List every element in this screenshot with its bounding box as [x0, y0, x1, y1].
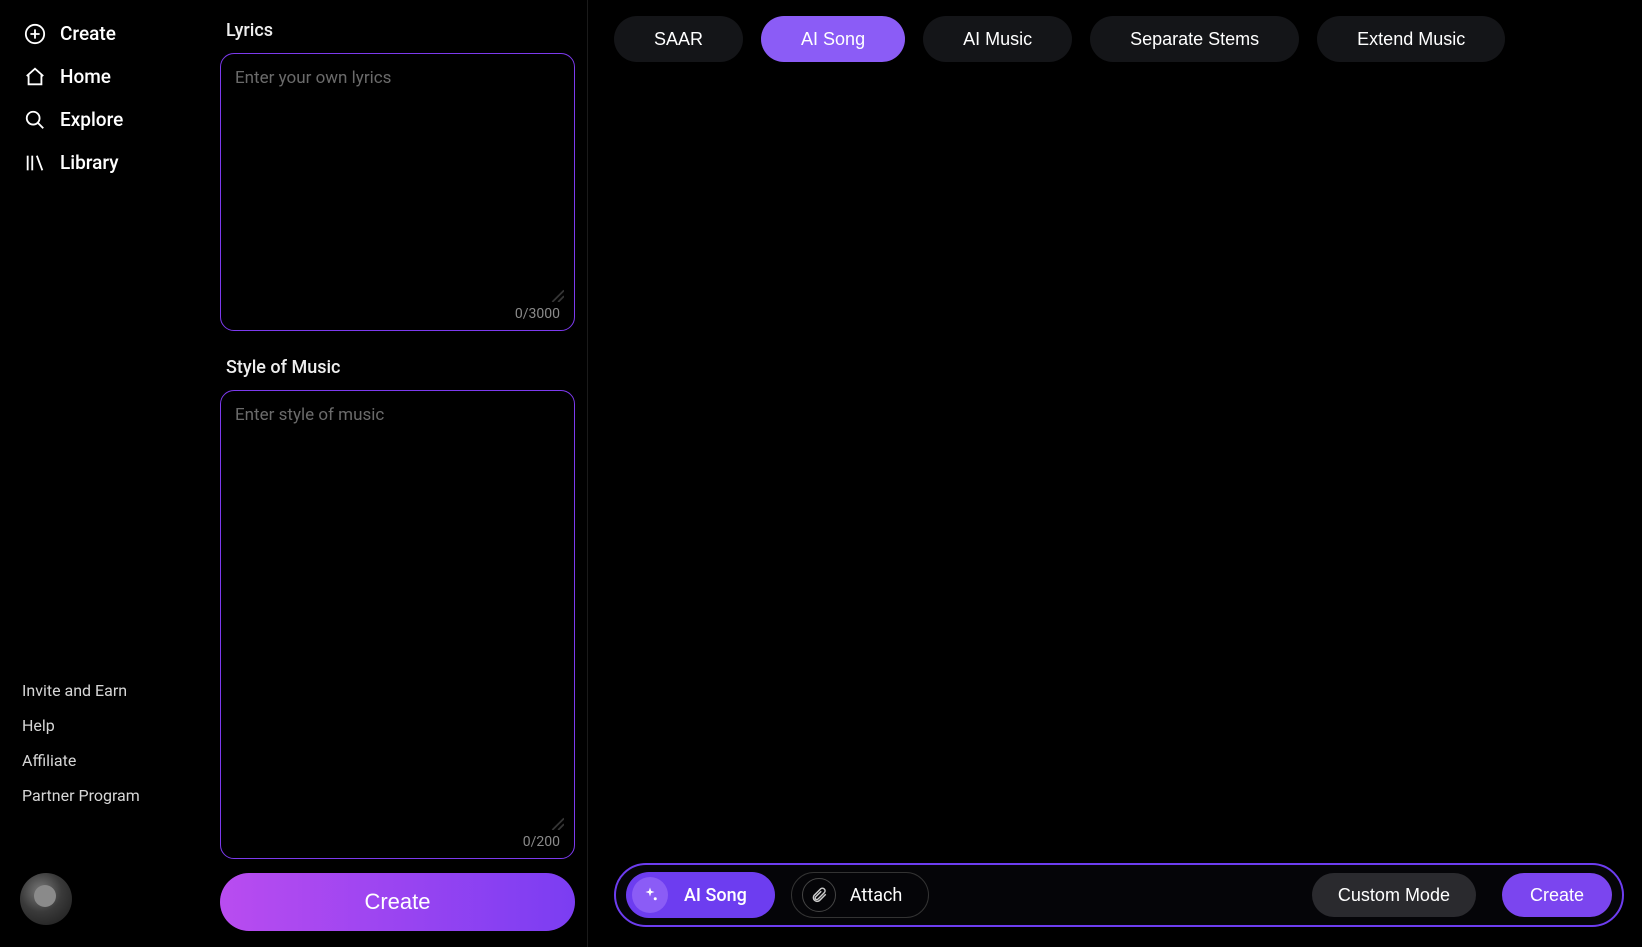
- nav-affiliate[interactable]: Affiliate: [16, 743, 220, 778]
- nav-explore-label: Explore: [60, 108, 123, 131]
- nav-help[interactable]: Help: [16, 708, 220, 743]
- tab-extend-music[interactable]: Extend Music: [1317, 16, 1505, 62]
- sparkle-icon: [632, 877, 668, 913]
- nav-explore[interactable]: Explore: [16, 98, 220, 141]
- paperclip-icon: [802, 878, 836, 912]
- plus-circle-icon: [24, 23, 46, 45]
- tab-ai-music[interactable]: AI Music: [923, 16, 1072, 62]
- tab-ai-song[interactable]: AI Song: [761, 16, 905, 62]
- lyrics-label: Lyrics: [226, 20, 575, 41]
- main-area: SAAR AI Song AI Music Separate Stems Ext…: [588, 0, 1642, 947]
- bottom-ai-song-chip[interactable]: AI Song: [626, 872, 775, 918]
- library-icon: [24, 152, 46, 174]
- bottom-bar: AI Song Attach Custom Mode Create: [614, 863, 1624, 927]
- lyrics-input[interactable]: [235, 68, 560, 296]
- style-input[interactable]: [235, 405, 560, 824]
- nav-home[interactable]: Home: [16, 55, 220, 98]
- bottom-create-button[interactable]: Create: [1502, 873, 1612, 917]
- nav-top: Create Home Explore Library: [16, 12, 220, 184]
- custom-mode-button[interactable]: Custom Mode: [1312, 873, 1476, 917]
- nav-create[interactable]: Create: [16, 12, 220, 55]
- attach-label: Attach: [850, 885, 903, 906]
- home-icon: [24, 66, 46, 88]
- style-label: Style of Music: [226, 357, 575, 378]
- nav-home-label: Home: [60, 65, 111, 88]
- style-box: 0/200: [220, 390, 575, 859]
- tabs: SAAR AI Song AI Music Separate Stems Ext…: [614, 16, 1624, 62]
- attach-chip[interactable]: Attach: [791, 872, 930, 918]
- resize-grip-icon[interactable]: [550, 288, 564, 302]
- tab-separate-stems[interactable]: Separate Stems: [1090, 16, 1299, 62]
- avatar[interactable]: [20, 873, 72, 925]
- nav-library[interactable]: Library: [16, 141, 220, 184]
- main-body: [614, 62, 1624, 863]
- resize-grip-icon[interactable]: [550, 816, 564, 830]
- editor-panel: Lyrics 0/3000 Style of Music 0/200 Creat…: [220, 0, 588, 947]
- search-icon: [24, 109, 46, 131]
- lyrics-box: 0/3000: [220, 53, 575, 331]
- style-counter: 0/200: [523, 834, 560, 850]
- lyrics-counter: 0/3000: [515, 306, 560, 322]
- nav-create-label: Create: [60, 22, 116, 45]
- app-root: Create Home Explore Library: [0, 0, 1642, 947]
- nav-partner[interactable]: Partner Program: [16, 778, 220, 813]
- nav-bottom: Invite and Earn Help Affiliate Partner P…: [16, 673, 220, 935]
- nav-invite[interactable]: Invite and Earn: [16, 673, 220, 708]
- nav-library-label: Library: [60, 151, 119, 174]
- bottom-ai-song-label: AI Song: [684, 885, 747, 906]
- create-button[interactable]: Create: [220, 873, 575, 931]
- sidebar: Create Home Explore Library: [0, 0, 220, 947]
- tab-saar[interactable]: SAAR: [614, 16, 743, 62]
